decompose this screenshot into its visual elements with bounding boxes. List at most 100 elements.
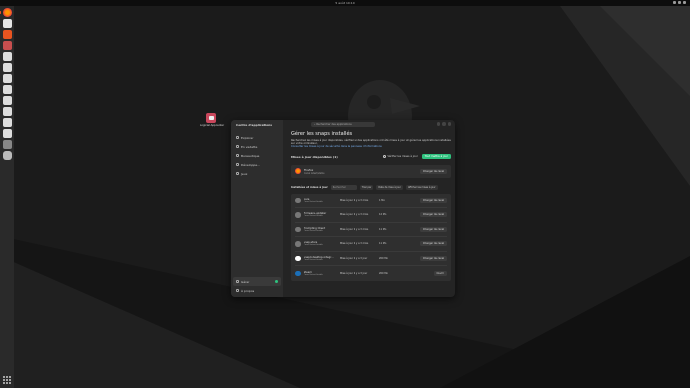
row-meta: snap-store Canal latest/stable: [304, 241, 344, 246]
update-all-label: Tout mettre à jour: [424, 155, 448, 159]
row-size: 11 Mo: [379, 227, 387, 231]
document-icon[interactable]: [2, 85, 12, 94]
installed-table: bare Canal latest/stable Mise à jour il …: [291, 193, 451, 281]
check-updates-button[interactable]: Vérifier les mises à jour: [383, 155, 418, 159]
row-size: 1 Mo: [379, 198, 385, 202]
sidebar-item-label: Développe...: [241, 162, 260, 167]
network-icon[interactable]: [673, 1, 676, 4]
briefcase-icon: [236, 154, 239, 157]
star-icon: [236, 145, 239, 148]
document-icon[interactable]: [2, 96, 12, 105]
installed-search-input[interactable]: Rechercher: [330, 185, 357, 190]
installed-label: Installées et mises à jour: [291, 186, 328, 190]
row-action-button[interactable]: Changer de canal: [419, 197, 447, 203]
available-updates-label: Mises à jour disponibles (1): [291, 154, 338, 159]
row-sub: Canal latest/stable: [303, 273, 323, 276]
update-card: Firefox Canal latest/stable Changer de c…: [291, 164, 451, 178]
row-sub: Canal latest/stable: [303, 200, 323, 203]
sidebar-item-label: Jeux: [241, 171, 248, 176]
document-icon[interactable]: [2, 52, 12, 61]
app-icon: [295, 241, 301, 247]
app-center-icon: [206, 113, 216, 123]
update-badge: [274, 279, 278, 284]
sidebar-item-label: En vedette: [241, 144, 258, 149]
update-card-sub: Canal latest/stable: [304, 171, 325, 175]
row-meta: bare Canal latest/stable: [304, 198, 344, 203]
sidebar-item-development[interactable]: Développe...: [231, 160, 283, 169]
sidebar-item-manage[interactable]: Gérer: [233, 277, 281, 286]
sidebar-bottom: Gérer À propos: [231, 277, 283, 295]
sidebar-item-label: À propos: [241, 288, 255, 293]
page-title: Gérer les snaps installés: [291, 131, 353, 137]
mail-icon[interactable]: [2, 19, 12, 28]
sidebar-nav: Explorer En vedette Bureautique Développ…: [231, 133, 283, 178]
document-icon[interactable]: [2, 63, 12, 72]
app-icon: [295, 226, 301, 233]
volume-icon[interactable]: [678, 1, 681, 4]
filter-updates-toggle[interactable]: Afficher les mises à jour: [405, 185, 438, 191]
row-date: Mise à jour il y a 3 mois: [340, 227, 369, 231]
row-sub: Canal latest/stable: [303, 244, 323, 247]
sort-dropdown[interactable]: Date de mise à jour: [376, 185, 403, 191]
show-apps-icon[interactable]: [3, 376, 11, 384]
system-tray[interactable]: [673, 1, 686, 4]
manage-icon: [236, 280, 239, 283]
compass-icon: [236, 136, 239, 139]
app-icon: [295, 197, 301, 204]
refresh-icon: [383, 155, 387, 159]
security-updates-link[interactable]: Consulter les mises à jour de sécurité d…: [291, 145, 451, 148]
sidebar-item-office[interactable]: Bureautique: [231, 151, 283, 160]
manage-content: Gérer les snaps installés Recherchez les…: [291, 120, 451, 297]
firefox-icon[interactable]: [0, 8, 12, 17]
check-updates-label: Vérifier les mises à jour: [387, 155, 418, 159]
table-row: snapd-desktop-integr... Canal latest/sta…: [295, 252, 447, 267]
desktop-icon-label: Logiciel Appcenter: [200, 124, 225, 127]
page-description: Recherchez les mises à jour disponibles,…: [291, 139, 451, 149]
row-size: 11 Mo: [379, 242, 387, 246]
row-date: Mise à jour il y a 3 mois: [340, 242, 369, 246]
sidebar-item-label: Bureautique: [241, 153, 260, 158]
document-icon[interactable]: [2, 118, 12, 127]
row-action-button[interactable]: Changer de canal: [419, 255, 447, 261]
firefox-icon: [295, 168, 301, 175]
row-sub: Canal latest/stable: [303, 215, 323, 218]
row-action-button[interactable]: Changer de canal: [419, 226, 447, 232]
document-icon[interactable]: [2, 129, 12, 138]
document-icon[interactable]: [2, 74, 12, 83]
sidebar-item-label: Gérer: [241, 279, 250, 284]
row-date: Mise à jour il y a 3 jour: [340, 256, 368, 260]
terminal-icon[interactable]: [2, 140, 12, 149]
installed-filters: Installées et mises à jour Rechercher Tr…: [291, 185, 451, 191]
clock[interactable]: 5 août 10:10: [335, 1, 354, 5]
sidebar-item-games[interactable]: Jeux: [231, 169, 283, 178]
table-row: bare Canal latest/stable Mise à jour il …: [295, 194, 447, 209]
row-meta: snapd-desktop-integr... Canal latest/sta…: [304, 256, 344, 261]
row-date: Mise à jour il y a 3 jour: [340, 271, 368, 275]
trash-icon[interactable]: [2, 151, 12, 160]
files-icon[interactable]: [2, 41, 12, 50]
desktop-app-center-launcher[interactable]: Logiciel Appcenter: [200, 113, 225, 127]
row-action-button[interactable]: Changer de canal: [419, 212, 447, 218]
sidebar-item-featured[interactable]: En vedette: [231, 142, 283, 151]
sidebar-item-explorer[interactable]: Explorer: [231, 133, 283, 142]
row-sub: Canal latest/stable: [303, 229, 323, 232]
row-size: 12 Mo: [379, 213, 387, 217]
row-meta: Steam Canal latest/stable: [304, 271, 344, 276]
info-icon: [236, 289, 239, 292]
table-row: Prompting Client Canal latest/stable Mis…: [295, 223, 447, 238]
sidebar: Centre d'applications Explorer En vedett…: [231, 120, 283, 297]
gamepad-icon: [236, 172, 239, 175]
code-icon: [236, 163, 239, 166]
document-icon[interactable]: [2, 107, 12, 116]
sort-label: Trier par: [359, 185, 374, 191]
change-channel-button[interactable]: Changer de canal: [419, 168, 447, 174]
open-button[interactable]: Ouvrir: [433, 270, 447, 276]
app-center-icon[interactable]: [2, 30, 12, 39]
power-icon[interactable]: [683, 1, 686, 4]
row-meta: Prompting Client Canal latest/stable: [304, 227, 344, 232]
update-all-button[interactable]: Tout mettre à jour: [421, 154, 451, 160]
sidebar-item-about[interactable]: À propos: [231, 286, 283, 295]
row-action-button[interactable]: Changer de canal: [419, 241, 447, 247]
row-size: 200 Mo: [379, 271, 388, 275]
table-row: snap-store Canal latest/stable Mise à jo…: [295, 237, 447, 252]
